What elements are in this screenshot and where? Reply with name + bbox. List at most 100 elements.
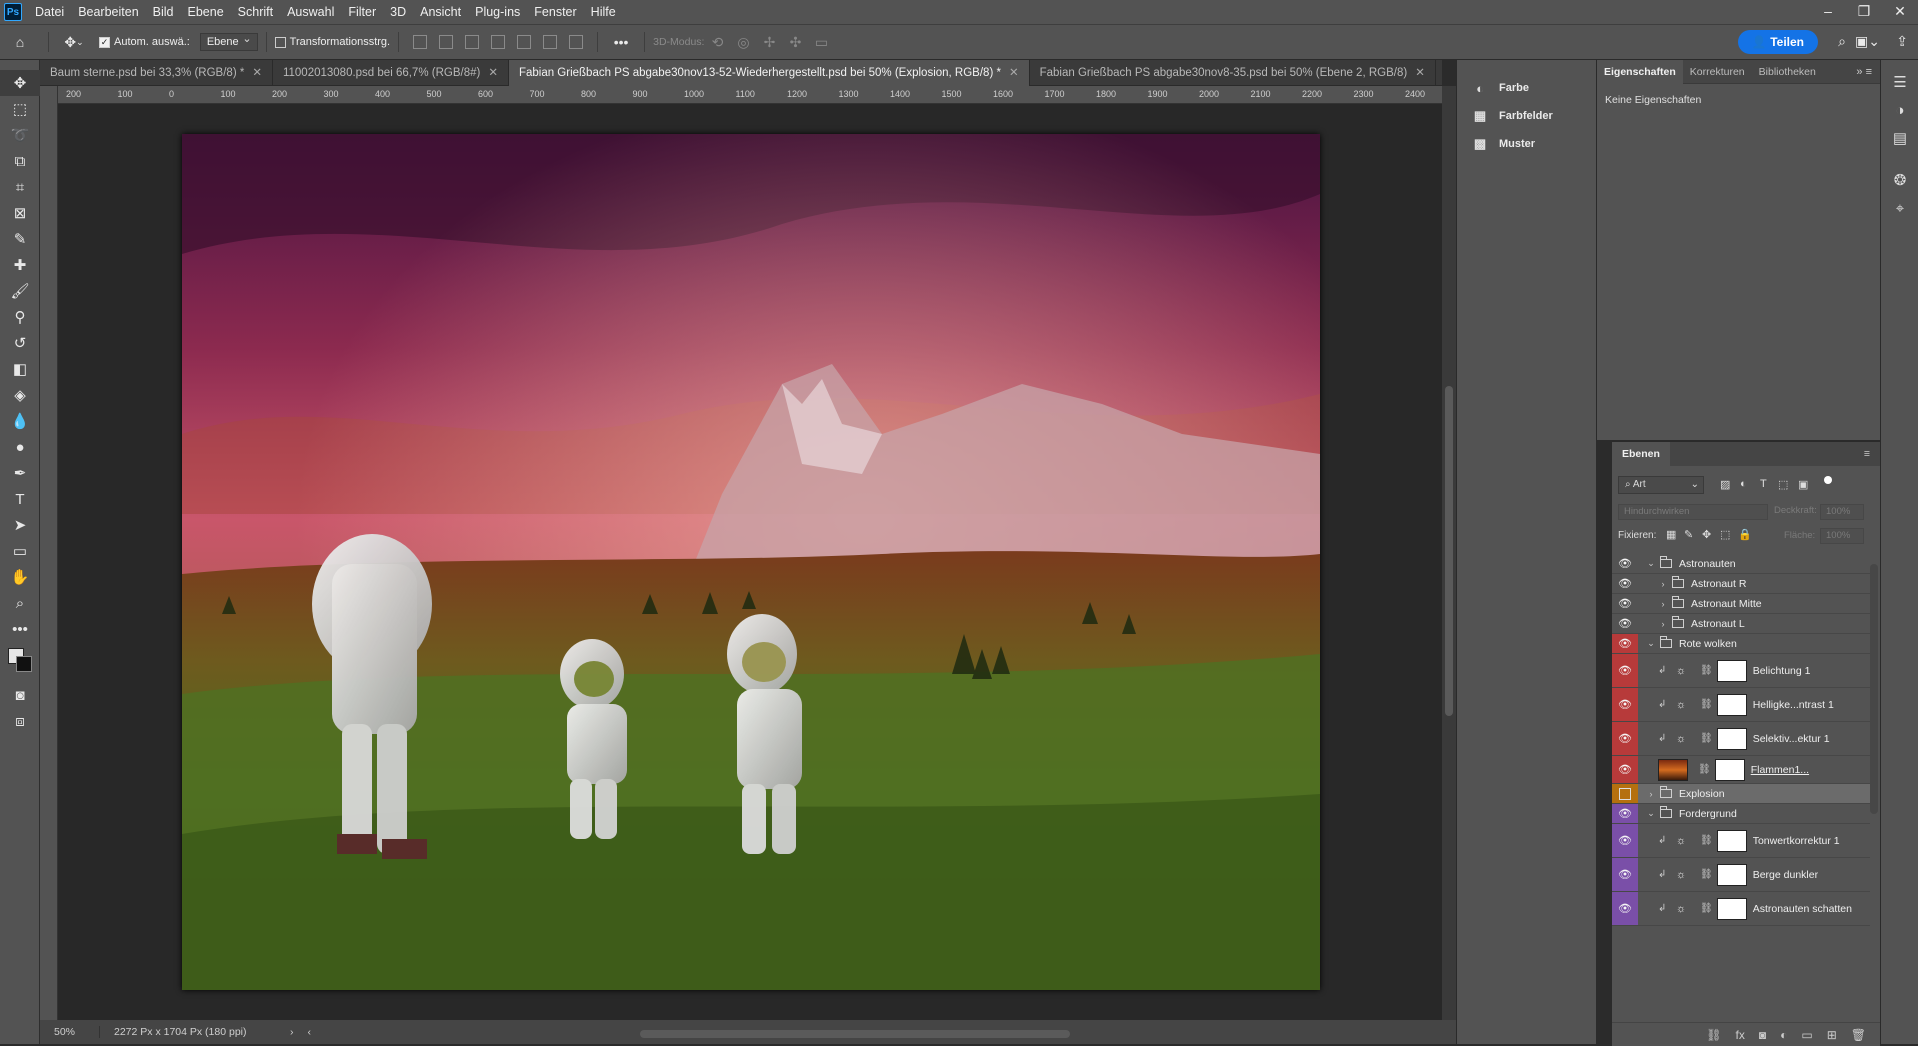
- close-tab-icon[interactable]: ✕: [1415, 67, 1425, 79]
- visibility-eye-icon[interactable]: 👁: [1612, 614, 1638, 633]
- align-left-icon[interactable]: [413, 35, 428, 49]
- filter-adjustment-icon[interactable]: ◐: [1740, 478, 1747, 490]
- filter-type-icon[interactable]: T: [1760, 478, 1767, 490]
- layer-row[interactable]: 👁 ↲ ☼ ⛓ Helligke...ntrast 1: [1612, 688, 1870, 722]
- tab-document[interactable]: Fabian Grießbach PS abgabe30nov8-35.psd …: [1030, 60, 1436, 86]
- menu-auswahl[interactable]: Auswahl: [280, 0, 341, 24]
- menu-3d[interactable]: 3D: [383, 0, 413, 24]
- align-middle-icon[interactable]: [517, 35, 532, 49]
- layer-mask-thumbnail[interactable]: [1716, 897, 1747, 920]
- horizontal-scroll-thumb[interactable]: [640, 1030, 1070, 1038]
- mask-link-icon[interactable]: ⛓: [1698, 764, 1711, 775]
- layer-group-row[interactable]: 👁 ⌄ Astronauten: [1612, 554, 1870, 574]
- tab-ebenen[interactable]: Ebenen: [1612, 442, 1670, 466]
- layer-row[interactable]: 👁 ⛓ Flammen1...: [1612, 756, 1870, 784]
- layer-effects-icon[interactable]: fx: [1736, 1028, 1745, 1042]
- distribute-icon[interactable]: [569, 35, 584, 49]
- new-group-icon[interactable]: ▭: [1801, 1028, 1812, 1042]
- search-icon[interactable]: ⌕: [1838, 33, 1846, 50]
- close-icon[interactable]: ✕: [1882, 0, 1918, 24]
- menu-schrift[interactable]: Schrift: [231, 0, 280, 24]
- menu-ebene[interactable]: Ebene: [181, 0, 231, 24]
- align-right-icon[interactable]: [465, 35, 480, 49]
- 3d-roll-icon[interactable]: ◎: [730, 34, 756, 51]
- layer-group-row[interactable]: 👁 › Astronaut R: [1612, 574, 1870, 594]
- vertical-scrollbar[interactable]: [1442, 86, 1456, 1020]
- move-tool-preset-icon[interactable]: ✥ ⌄: [57, 34, 91, 51]
- menu-filter[interactable]: Filter: [341, 0, 383, 24]
- visibility-eye-icon[interactable]: 👁: [1612, 824, 1638, 857]
- layer-group-row[interactable]: 👁 › Astronaut Mitte: [1612, 594, 1870, 614]
- adjustments-icon[interactable]: ◑: [1881, 96, 1918, 124]
- close-tab-icon[interactable]: ✕: [252, 67, 262, 79]
- screen-mode-icon[interactable]: ⧈: [0, 708, 40, 734]
- menu-plugins[interactable]: Plug-ins: [468, 0, 527, 24]
- properties-sliders-icon[interactable]: ☰: [1881, 68, 1918, 96]
- minimize-icon[interactable]: –: [1810, 0, 1846, 24]
- crop-tool-icon[interactable]: ⌗: [0, 174, 40, 200]
- zoom-tool-icon[interactable]: ⌕: [0, 590, 40, 616]
- more-tools-icon[interactable]: •••: [0, 616, 40, 642]
- lock-position-icon[interactable]: ✥: [1702, 528, 1711, 541]
- mask-link-icon[interactable]: ⛓: [1700, 665, 1713, 676]
- scroll-left-icon[interactable]: ‹: [308, 1026, 312, 1038]
- eraser-tool-icon[interactable]: ◧: [0, 356, 40, 382]
- marquee-tool-icon[interactable]: ⬚: [0, 96, 40, 122]
- hand-tool-icon[interactable]: ✋: [0, 564, 40, 590]
- chevron-right-icon[interactable]: ›: [1658, 579, 1668, 589]
- paths-icon[interactable]: ⌖: [1881, 194, 1918, 222]
- chevron-down-icon[interactable]: ⌄: [1646, 638, 1656, 649]
- align-top-icon[interactable]: [491, 35, 506, 49]
- history-brush-icon[interactable]: ↺: [0, 330, 40, 356]
- chevron-right-icon[interactable]: ›: [1646, 789, 1656, 799]
- pen-tool-icon[interactable]: ✒: [0, 460, 40, 486]
- layer-group-row[interactable]: › Explosion: [1612, 784, 1870, 804]
- visibility-eye-icon[interactable]: 👁: [1612, 594, 1638, 613]
- close-tab-icon[interactable]: ✕: [488, 67, 498, 79]
- visibility-eye-icon[interactable]: 👁: [1612, 654, 1638, 687]
- layer-group-row[interactable]: 👁 ⌄ Rote wolken: [1612, 634, 1870, 654]
- menu-hilfe[interactable]: Hilfe: [584, 0, 623, 24]
- blur-tool-icon[interactable]: 💧: [0, 408, 40, 434]
- tab-eigenschaften[interactable]: Eigenschaften: [1597, 59, 1683, 84]
- menu-ansicht[interactable]: Ansicht: [413, 0, 468, 24]
- type-tool-icon[interactable]: T: [0, 486, 40, 512]
- eyedropper-tool-icon[interactable]: ✎: [0, 226, 40, 252]
- align-bottom-icon[interactable]: [543, 35, 558, 49]
- mask-link-icon[interactable]: ⛓: [1700, 733, 1713, 744]
- 3d-orbit-icon[interactable]: ⟲: [704, 34, 730, 51]
- new-adjustment-icon[interactable]: ◐: [1780, 1028, 1787, 1042]
- share-doc-icon[interactable]: ⇪: [1896, 33, 1908, 50]
- fill-field[interactable]: 100%: [1820, 528, 1864, 544]
- lock-artboard-icon[interactable]: ⬚: [1720, 528, 1730, 541]
- background-color[interactable]: [16, 656, 32, 672]
- visibility-off-icon[interactable]: [1612, 784, 1638, 803]
- home-icon[interactable]: ⌂: [0, 34, 40, 50]
- menu-bild[interactable]: Bild: [146, 0, 181, 24]
- menu-fenster[interactable]: Fenster: [527, 0, 583, 24]
- zoom-level[interactable]: 50%: [40, 1026, 100, 1038]
- filter-shape-icon[interactable]: ⬚: [1778, 478, 1788, 491]
- menu-datei[interactable]: Datei: [28, 0, 71, 24]
- mask-link-icon[interactable]: ⛓: [1700, 869, 1713, 880]
- chevron-right-icon[interactable]: ›: [1658, 619, 1668, 629]
- visibility-eye-icon[interactable]: 👁: [1612, 722, 1638, 755]
- chevron-right-icon[interactable]: ›: [1658, 599, 1668, 609]
- paint-bucket-icon[interactable]: ◈: [0, 382, 40, 408]
- delete-layer-icon[interactable]: 🗑: [1851, 1028, 1866, 1042]
- filter-smart-object-icon[interactable]: ▣: [1798, 478, 1808, 491]
- layers-menu-icon[interactable]: ≡: [1854, 442, 1880, 466]
- filter-image-icon[interactable]: ▨: [1720, 478, 1730, 491]
- share-button[interactable]: 👤 Teilen: [1737, 30, 1818, 54]
- canvas-area[interactable]: [58, 104, 1442, 1020]
- link-layers-icon[interactable]: ⛓: [1706, 1028, 1721, 1042]
- visibility-eye-icon[interactable]: 👁: [1612, 756, 1638, 783]
- layer-mask-thumbnail[interactable]: [1714, 758, 1745, 781]
- scroll-thumb[interactable]: [1445, 386, 1453, 716]
- layer-mask-thumbnail[interactable]: [1716, 659, 1747, 682]
- libraries-icon[interactable]: ▤: [1881, 124, 1918, 152]
- rectangle-tool-icon[interactable]: ▭: [0, 538, 40, 564]
- layer-mask-thumbnail[interactable]: [1716, 863, 1747, 886]
- new-layer-icon[interactable]: ⊞: [1827, 1028, 1837, 1042]
- visibility-eye-icon[interactable]: 👁: [1612, 688, 1638, 721]
